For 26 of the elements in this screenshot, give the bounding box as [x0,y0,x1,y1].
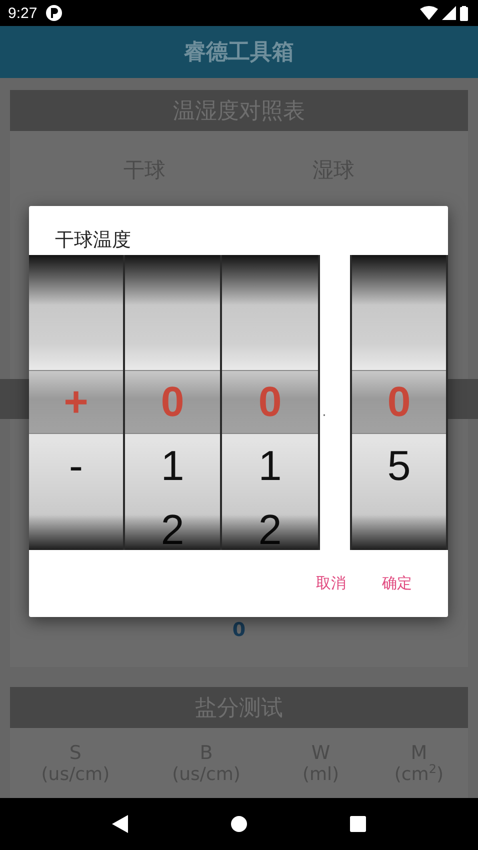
app-title: 睿德工具箱 [184,39,294,67]
decimal-point: . [321,405,328,419]
signal-icon [442,6,456,20]
dialog-title: 干球温度 [54,228,132,253]
wheel-value: 2 [257,505,283,550]
number-wheel[interactable]: 0 1 2 [125,255,222,550]
wheel-value: 5 [386,441,412,491]
wheel-value: 1 [160,441,186,491]
number-wheel[interactable]: + - [29,255,125,550]
wheel-selected-value: 0 [352,370,446,434]
wheel-value: 2 [160,505,186,550]
notification-icon [45,4,64,22]
result-value: 0 [231,619,247,641]
wheel-selected-value: 0 [222,370,318,434]
wheel-selected-value: 0 [125,370,220,434]
wheel-selected-value: + [29,370,123,434]
wheel-value: - [68,441,84,491]
number-wheel[interactable]: 0 1 2 [222,255,320,550]
recents-icon[interactable] [350,816,366,832]
battery-icon [460,6,468,20]
wheel-value: 1 [257,441,283,491]
wifi-icon [420,6,438,20]
back-icon[interactable] [112,815,128,833]
status-time: 9:27 [8,4,38,22]
home-icon[interactable] [230,816,247,832]
number-wheel[interactable]: 0 5 [350,255,448,550]
